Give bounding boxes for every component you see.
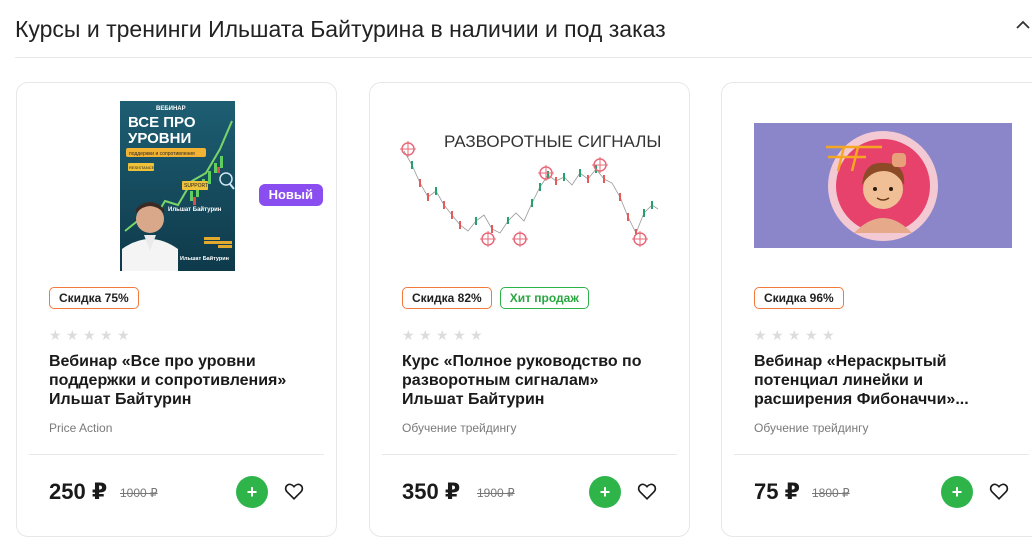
star-icon[interactable]: ★ — [117, 328, 130, 342]
chevron-up-icon[interactable] — [1014, 16, 1032, 38]
add-to-cart-button[interactable]: + — [236, 476, 268, 508]
star-icon[interactable]: ★ — [453, 328, 466, 342]
poster-chip-resistance: RESISTANCE — [129, 165, 155, 170]
reversal-signals-chart: РАЗВОРОТНЫЕ СИГНАЛЫ — [400, 121, 660, 251]
product-category[interactable]: Обучение трейдингу — [754, 421, 868, 435]
poster-author-bottom: Ильшат Байтурин — [180, 255, 229, 262]
product-category[interactable]: Обучение трейдингу — [402, 421, 516, 435]
rating-stars[interactable]: ★ ★ ★ ★ ★ — [754, 328, 835, 342]
rating-stars[interactable]: ★ ★ ★ ★ ★ — [49, 328, 130, 342]
star-icon[interactable]: ★ — [754, 328, 767, 342]
rating-stars[interactable]: ★ ★ ★ ★ ★ — [402, 328, 483, 342]
divider — [382, 454, 677, 455]
star-icon[interactable]: ★ — [100, 328, 113, 342]
star-icon[interactable]: ★ — [788, 328, 801, 342]
heart-icon[interactable] — [636, 480, 658, 502]
section-header: Курсы и тренинги Ильшата Байтурина в нал… — [15, 0, 1032, 58]
product-card[interactable]: Скидка 96% ★ ★ ★ ★ ★ Вебинар «Нераскрыты… — [721, 82, 1032, 537]
add-to-cart-button[interactable]: + — [941, 476, 973, 508]
star-icon[interactable]: ★ — [771, 328, 784, 342]
poster-label: ВЕБИНАР — [156, 106, 186, 112]
poster-heading-2: УРОВНИ — [128, 130, 191, 147]
product-image[interactable]: РАЗВОРОТНЫЕ СИГНАЛЫ — [370, 83, 689, 283]
star-icon[interactable]: ★ — [49, 328, 62, 342]
product-name[interactable]: Вебинар «Все про уровни поддержки и сопр… — [49, 352, 311, 409]
price: 350 ₽ — [402, 479, 461, 504]
old-price: 1800 ₽ — [812, 486, 850, 500]
star-icon[interactable]: ★ — [805, 328, 818, 342]
heart-icon[interactable] — [283, 480, 305, 502]
star-icon[interactable]: ★ — [402, 328, 415, 342]
old-price: 1900 ₽ — [477, 486, 515, 500]
star-icon[interactable]: ★ — [470, 328, 483, 342]
product-name[interactable]: Вебинар «Нераскрытый потенциал линейки и… — [754, 352, 1016, 409]
discount-badge: Скидка 75% — [49, 287, 139, 309]
discount-badge: Скидка 82% — [402, 287, 492, 309]
product-card[interactable]: ВЕБИНАР ВСЕ ПРО УРОВНИ поддержки и сопро… — [16, 82, 337, 537]
add-to-cart-button[interactable]: + — [589, 476, 621, 508]
poster-chip-support: SUPPORT — [184, 183, 208, 189]
poster-subheading: поддержки и сопротивления — [129, 151, 195, 157]
star-icon[interactable]: ★ — [83, 328, 96, 342]
new-badge: Новый — [258, 184, 323, 206]
star-icon[interactable]: ★ — [436, 328, 449, 342]
bestseller-badge: Хит продаж — [499, 287, 589, 309]
price: 75 ₽ — [754, 479, 800, 504]
product-card[interactable]: РАЗВОРОТНЫЕ СИГНАЛЫ Скидка 82% Хит прода… — [369, 82, 690, 537]
discount-badge: Скидка 96% — [754, 287, 844, 309]
webinar-poster: ВЕБИНАР ВСЕ ПРО УРОВНИ поддержки и сопро… — [120, 101, 235, 271]
product-image[interactable]: ВЕБИНАР ВСЕ ПРО УРОВНИ поддержки и сопро… — [17, 83, 336, 283]
star-icon[interactable]: ★ — [419, 328, 432, 342]
chart-image-title: РАЗВОРОТНЫЕ СИГНАЛЫ — [444, 132, 660, 151]
product-category[interactable]: Price Action — [49, 421, 112, 435]
heart-icon[interactable] — [988, 480, 1010, 502]
poster-author: Ильшат Байтурин — [168, 206, 222, 213]
old-price: 1000 ₽ — [120, 486, 158, 500]
divider — [734, 454, 1029, 455]
divider — [29, 454, 324, 455]
price: 250 ₽ — [49, 479, 108, 504]
poster-heading-1: ВСЕ ПРО — [128, 114, 196, 131]
star-icon[interactable]: ★ — [822, 328, 835, 342]
star-icon[interactable]: ★ — [66, 328, 79, 342]
product-image[interactable] — [722, 83, 1032, 283]
product-name[interactable]: Курс «Полное руководство по разворотным … — [402, 352, 664, 409]
section-title: Курсы и тренинги Ильшата Байтурина в нал… — [15, 16, 666, 42]
fibonacci-illustration — [754, 123, 1012, 248]
